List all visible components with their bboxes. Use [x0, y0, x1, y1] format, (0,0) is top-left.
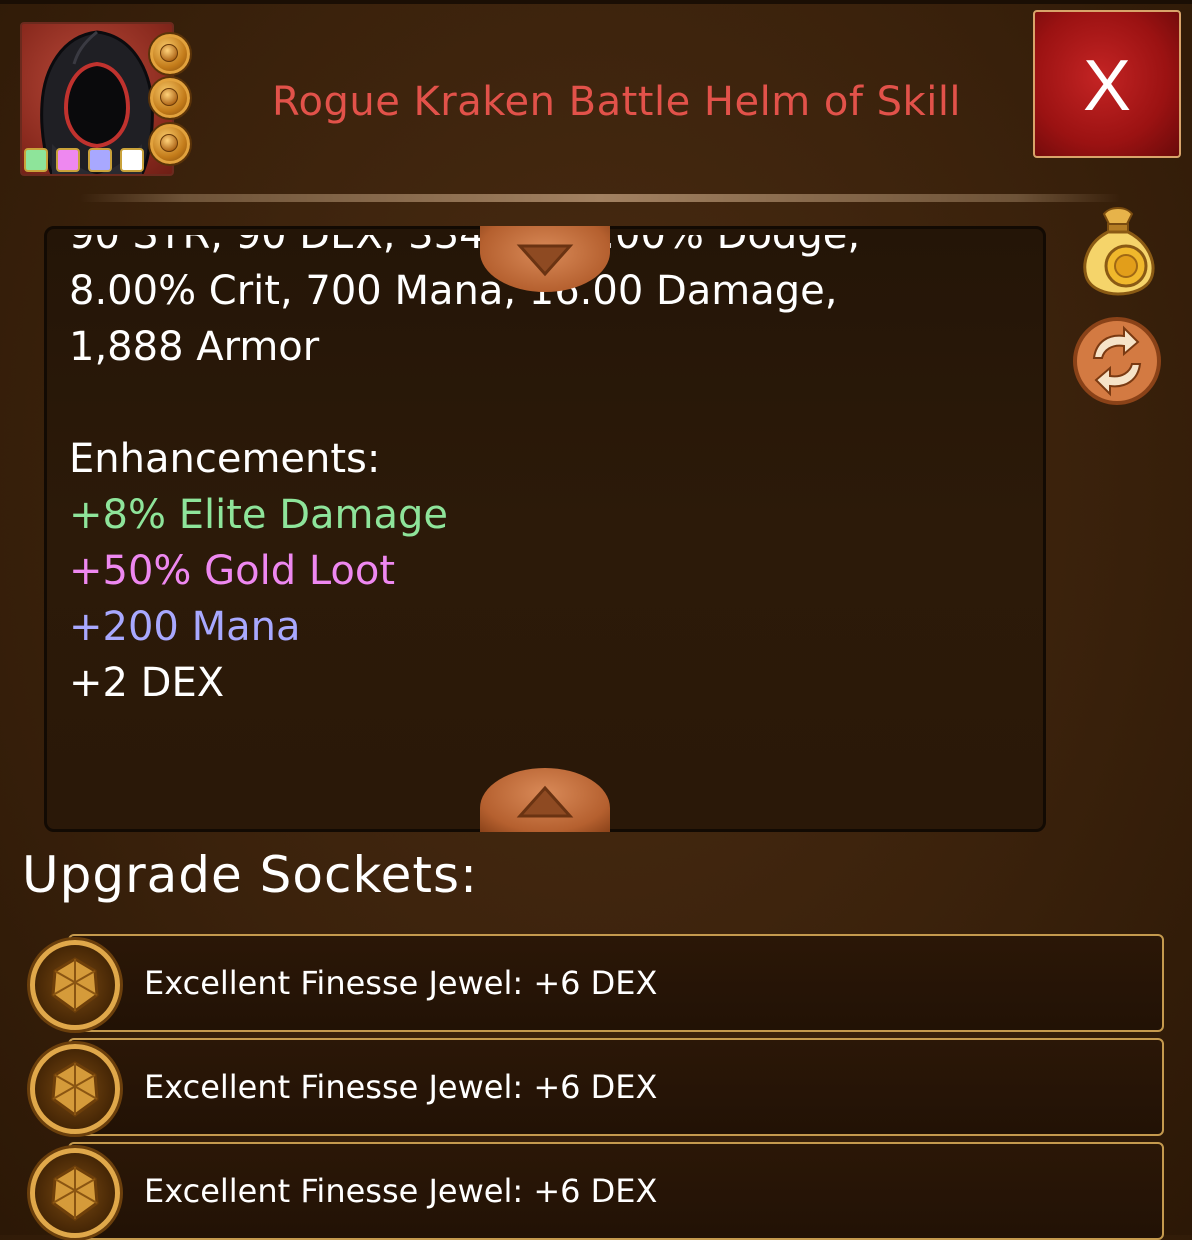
triangle-down-icon: [516, 244, 574, 277]
socket-coin-icon: [148, 32, 192, 76]
upgrade-sockets-heading: Upgrade Sockets:: [22, 846, 478, 904]
scroll-up-button[interactable]: [480, 768, 610, 832]
socket-label: Excellent Finesse Jewel: +6 DEX: [144, 1172, 658, 1210]
enhancements-heading: Enhancements:: [69, 436, 381, 482]
socket-row-1[interactable]: Excellent Finesse Jewel: +6 DEX: [68, 934, 1164, 1032]
swap-arrows-icon[interactable]: [1072, 316, 1162, 406]
item-stats-text: 90 STR, 90 DEX, 334 HP, 5.00% Dodge, 8.0…: [69, 235, 1029, 711]
enhancement-mana: +200 Mana: [69, 604, 301, 650]
item-stats-panel[interactable]: 90 STR, 90 DEX, 334 HP, 5.00% Dodge, 8.0…: [44, 226, 1046, 832]
socket-coin-icon: [148, 76, 192, 120]
finesse-jewel-icon: [30, 1148, 120, 1238]
gold-bag-icon[interactable]: [1080, 204, 1156, 296]
socket-label: Excellent Finesse Jewel: +6 DEX: [144, 1068, 658, 1106]
close-button[interactable]: X: [1033, 10, 1181, 158]
enhancement-dot-blue: [88, 148, 112, 172]
scroll-down-button[interactable]: [480, 226, 610, 292]
socket-label: Excellent Finesse Jewel: +6 DEX: [144, 964, 658, 1002]
enhancement-elite-damage: +8% Elite Damage: [69, 492, 448, 538]
enhancement-dot-pink: [56, 148, 80, 172]
enhancement-dex: +2 DEX: [69, 660, 225, 706]
socket-row-2[interactable]: Excellent Finesse Jewel: +6 DEX: [68, 1038, 1164, 1136]
window-top-border: [0, 0, 1192, 4]
socket-row-3[interactable]: Excellent Finesse Jewel: +6 DEX: [68, 1142, 1164, 1240]
finesse-jewel-icon: [30, 940, 120, 1030]
header-divider: [80, 194, 1120, 202]
finesse-jewel-icon: [30, 1044, 120, 1134]
triangle-up-icon: [516, 785, 574, 818]
item-title: Rogue Kraken Battle Helm of Skill: [272, 79, 962, 125]
stats-line-3: 1,888 Armor: [69, 324, 320, 370]
enhancement-gold-loot: +50% Gold Loot: [69, 548, 396, 594]
socket-coin-icon: [148, 122, 192, 166]
enhancement-dot-green: [24, 148, 48, 172]
enhancement-dot-white: [120, 148, 144, 172]
